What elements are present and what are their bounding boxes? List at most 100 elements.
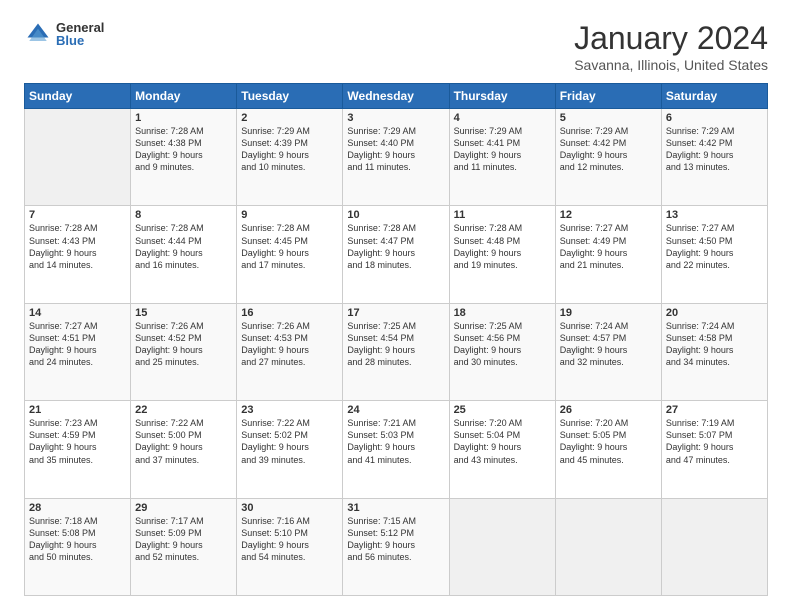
cell-content: Sunrise: 7:27 AM Sunset: 4:49 PM Dayligh… xyxy=(560,222,657,271)
day-number: 27 xyxy=(666,404,763,416)
weekday-header: Thursday xyxy=(449,84,555,109)
day-number: 12 xyxy=(560,209,657,221)
calendar-cell: 14Sunrise: 7:27 AM Sunset: 4:51 PM Dayli… xyxy=(25,303,131,400)
day-number: 31 xyxy=(347,502,444,514)
day-number: 13 xyxy=(666,209,763,221)
calendar-cell xyxy=(661,498,767,595)
logo-text: General Blue xyxy=(56,21,104,47)
cell-content: Sunrise: 7:28 AM Sunset: 4:43 PM Dayligh… xyxy=(29,222,126,271)
calendar-week-row: 14Sunrise: 7:27 AM Sunset: 4:51 PM Dayli… xyxy=(25,303,768,400)
day-number: 14 xyxy=(29,307,126,319)
cell-content: Sunrise: 7:28 AM Sunset: 4:38 PM Dayligh… xyxy=(135,125,232,174)
day-number: 9 xyxy=(241,209,338,221)
cell-content: Sunrise: 7:19 AM Sunset: 5:07 PM Dayligh… xyxy=(666,417,763,466)
logo-blue-text: Blue xyxy=(56,34,104,47)
calendar-cell: 27Sunrise: 7:19 AM Sunset: 5:07 PM Dayli… xyxy=(661,401,767,498)
day-number: 16 xyxy=(241,307,338,319)
page: General Blue January 2024 Savanna, Illin… xyxy=(0,0,792,612)
cell-content: Sunrise: 7:25 AM Sunset: 4:56 PM Dayligh… xyxy=(454,320,551,369)
cell-content: Sunrise: 7:28 AM Sunset: 4:45 PM Dayligh… xyxy=(241,222,338,271)
calendar-cell: 29Sunrise: 7:17 AM Sunset: 5:09 PM Dayli… xyxy=(131,498,237,595)
cell-content: Sunrise: 7:28 AM Sunset: 4:44 PM Dayligh… xyxy=(135,222,232,271)
cell-content: Sunrise: 7:29 AM Sunset: 4:41 PM Dayligh… xyxy=(454,125,551,174)
calendar-cell: 20Sunrise: 7:24 AM Sunset: 4:58 PM Dayli… xyxy=(661,303,767,400)
weekday-row: SundayMondayTuesdayWednesdayThursdayFrid… xyxy=(25,84,768,109)
day-number: 6 xyxy=(666,112,763,124)
day-number: 20 xyxy=(666,307,763,319)
calendar-cell: 3Sunrise: 7:29 AM Sunset: 4:40 PM Daylig… xyxy=(343,109,449,206)
calendar-cell: 22Sunrise: 7:22 AM Sunset: 5:00 PM Dayli… xyxy=(131,401,237,498)
calendar-cell: 17Sunrise: 7:25 AM Sunset: 4:54 PM Dayli… xyxy=(343,303,449,400)
calendar-cell: 6Sunrise: 7:29 AM Sunset: 4:42 PM Daylig… xyxy=(661,109,767,206)
cell-content: Sunrise: 7:15 AM Sunset: 5:12 PM Dayligh… xyxy=(347,515,444,564)
cell-content: Sunrise: 7:26 AM Sunset: 4:53 PM Dayligh… xyxy=(241,320,338,369)
day-number: 3 xyxy=(347,112,444,124)
cell-content: Sunrise: 7:26 AM Sunset: 4:52 PM Dayligh… xyxy=(135,320,232,369)
day-number: 28 xyxy=(29,502,126,514)
header: General Blue January 2024 Savanna, Illin… xyxy=(24,20,768,73)
weekday-header: Tuesday xyxy=(237,84,343,109)
weekday-header: Friday xyxy=(555,84,661,109)
calendar-cell: 26Sunrise: 7:20 AM Sunset: 5:05 PM Dayli… xyxy=(555,401,661,498)
calendar-body: 1Sunrise: 7:28 AM Sunset: 4:38 PM Daylig… xyxy=(25,109,768,596)
day-number: 29 xyxy=(135,502,232,514)
calendar-cell: 19Sunrise: 7:24 AM Sunset: 4:57 PM Dayli… xyxy=(555,303,661,400)
calendar-cell: 25Sunrise: 7:20 AM Sunset: 5:04 PM Dayli… xyxy=(449,401,555,498)
calendar-cell xyxy=(25,109,131,206)
calendar-cell: 15Sunrise: 7:26 AM Sunset: 4:52 PM Dayli… xyxy=(131,303,237,400)
calendar-cell: 4Sunrise: 7:29 AM Sunset: 4:41 PM Daylig… xyxy=(449,109,555,206)
logo: General Blue xyxy=(24,20,104,48)
calendar-cell: 9Sunrise: 7:28 AM Sunset: 4:45 PM Daylig… xyxy=(237,206,343,303)
cell-content: Sunrise: 7:29 AM Sunset: 4:42 PM Dayligh… xyxy=(666,125,763,174)
day-number: 18 xyxy=(454,307,551,319)
calendar-cell: 30Sunrise: 7:16 AM Sunset: 5:10 PM Dayli… xyxy=(237,498,343,595)
day-number: 24 xyxy=(347,404,444,416)
calendar-cell: 7Sunrise: 7:28 AM Sunset: 4:43 PM Daylig… xyxy=(25,206,131,303)
cell-content: Sunrise: 7:27 AM Sunset: 4:50 PM Dayligh… xyxy=(666,222,763,271)
cell-content: Sunrise: 7:29 AM Sunset: 4:39 PM Dayligh… xyxy=(241,125,338,174)
day-number: 8 xyxy=(135,209,232,221)
weekday-header: Sunday xyxy=(25,84,131,109)
calendar-week-row: 28Sunrise: 7:18 AM Sunset: 5:08 PM Dayli… xyxy=(25,498,768,595)
calendar-cell: 2Sunrise: 7:29 AM Sunset: 4:39 PM Daylig… xyxy=(237,109,343,206)
day-number: 22 xyxy=(135,404,232,416)
weekday-header: Wednesday xyxy=(343,84,449,109)
cell-content: Sunrise: 7:23 AM Sunset: 4:59 PM Dayligh… xyxy=(29,417,126,466)
day-number: 1 xyxy=(135,112,232,124)
location-subtitle: Savanna, Illinois, United States xyxy=(574,57,768,73)
day-number: 21 xyxy=(29,404,126,416)
calendar-cell: 21Sunrise: 7:23 AM Sunset: 4:59 PM Dayli… xyxy=(25,401,131,498)
logo-icon xyxy=(24,20,52,48)
calendar-cell: 5Sunrise: 7:29 AM Sunset: 4:42 PM Daylig… xyxy=(555,109,661,206)
cell-content: Sunrise: 7:28 AM Sunset: 4:48 PM Dayligh… xyxy=(454,222,551,271)
day-number: 7 xyxy=(29,209,126,221)
cell-content: Sunrise: 7:29 AM Sunset: 4:40 PM Dayligh… xyxy=(347,125,444,174)
calendar-cell: 18Sunrise: 7:25 AM Sunset: 4:56 PM Dayli… xyxy=(449,303,555,400)
cell-content: Sunrise: 7:24 AM Sunset: 4:57 PM Dayligh… xyxy=(560,320,657,369)
day-number: 10 xyxy=(347,209,444,221)
calendar-week-row: 21Sunrise: 7:23 AM Sunset: 4:59 PM Dayli… xyxy=(25,401,768,498)
weekday-header: Monday xyxy=(131,84,237,109)
cell-content: Sunrise: 7:16 AM Sunset: 5:10 PM Dayligh… xyxy=(241,515,338,564)
calendar-cell: 1Sunrise: 7:28 AM Sunset: 4:38 PM Daylig… xyxy=(131,109,237,206)
title-block: January 2024 Savanna, Illinois, United S… xyxy=(574,20,768,73)
day-number: 30 xyxy=(241,502,338,514)
day-number: 25 xyxy=(454,404,551,416)
calendar-cell xyxy=(555,498,661,595)
calendar-cell: 12Sunrise: 7:27 AM Sunset: 4:49 PM Dayli… xyxy=(555,206,661,303)
cell-content: Sunrise: 7:24 AM Sunset: 4:58 PM Dayligh… xyxy=(666,320,763,369)
day-number: 19 xyxy=(560,307,657,319)
calendar-cell: 16Sunrise: 7:26 AM Sunset: 4:53 PM Dayli… xyxy=(237,303,343,400)
weekday-header: Saturday xyxy=(661,84,767,109)
calendar-cell: 28Sunrise: 7:18 AM Sunset: 5:08 PM Dayli… xyxy=(25,498,131,595)
calendar-header: SundayMondayTuesdayWednesdayThursdayFrid… xyxy=(25,84,768,109)
cell-content: Sunrise: 7:25 AM Sunset: 4:54 PM Dayligh… xyxy=(347,320,444,369)
calendar-week-row: 7Sunrise: 7:28 AM Sunset: 4:43 PM Daylig… xyxy=(25,206,768,303)
cell-content: Sunrise: 7:17 AM Sunset: 5:09 PM Dayligh… xyxy=(135,515,232,564)
calendar-cell xyxy=(449,498,555,595)
day-number: 4 xyxy=(454,112,551,124)
cell-content: Sunrise: 7:21 AM Sunset: 5:03 PM Dayligh… xyxy=(347,417,444,466)
calendar-cell: 13Sunrise: 7:27 AM Sunset: 4:50 PM Dayli… xyxy=(661,206,767,303)
calendar-cell: 10Sunrise: 7:28 AM Sunset: 4:47 PM Dayli… xyxy=(343,206,449,303)
day-number: 17 xyxy=(347,307,444,319)
